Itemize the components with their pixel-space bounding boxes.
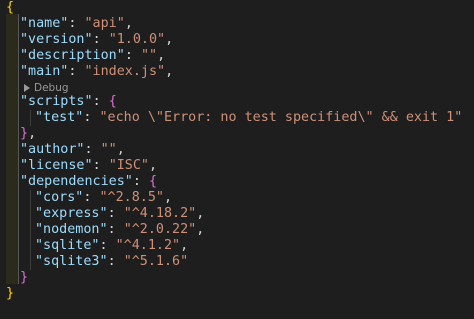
codelens-debug-label: Debug: [34, 82, 69, 94]
code-line[interactable]: "cors": "^2.8.5",: [35, 190, 172, 206]
json-string: "^4.18.2": [123, 206, 197, 221]
json-string: "ISC": [108, 158, 149, 173]
code-line[interactable]: "main": "index.js",: [20, 64, 173, 80]
json-string: "^2.0.22": [123, 222, 197, 237]
punctuation: ,: [180, 238, 189, 253]
indent-guide-dependencies: [30, 190, 31, 270]
punctuation: ,: [164, 190, 173, 205]
punctuation: :: [68, 16, 85, 31]
json-key: "express": [35, 206, 108, 221]
punctuation: :: [84, 142, 101, 157]
json-string: "echo \"Error: no test specified\" && ex…: [99, 110, 463, 125]
json-key: "description": [20, 48, 125, 63]
json-key: "license": [20, 158, 93, 173]
code-line[interactable]: {: [6, 0, 14, 16]
punctuation: ,: [165, 32, 174, 47]
punctuation: ,: [196, 206, 205, 221]
code-line[interactable]: },: [20, 126, 36, 142]
punctuation: ,: [149, 158, 158, 173]
punctuation: :: [83, 190, 100, 205]
json-key: "version": [20, 32, 93, 47]
bracket: {: [108, 94, 117, 109]
bracket: {: [149, 174, 158, 189]
punctuation: :: [107, 254, 124, 269]
punctuation: :: [68, 64, 85, 79]
indent-guide-scripts: [30, 110, 31, 126]
json-string: "^4.1.2": [115, 238, 181, 253]
json-key: "sqlite3": [35, 254, 108, 269]
code-line[interactable]: "name": "api",: [20, 16, 133, 32]
bracket: }: [20, 126, 29, 141]
json-key: "main": [20, 64, 69, 79]
code-line[interactable]: }: [6, 286, 14, 302]
punctuation: :: [83, 110, 100, 125]
codelens-debug[interactable]: Debug: [24, 82, 69, 94]
json-key: "name": [20, 16, 69, 31]
json-key: "cors": [35, 190, 84, 205]
code-line[interactable]: "dependencies": {: [20, 174, 157, 190]
punctuation: :: [107, 206, 124, 221]
punctuation: ,: [165, 64, 174, 79]
json-key: "author": [20, 142, 85, 157]
code-line[interactable]: }: [20, 270, 28, 286]
json-key: "sqlite": [35, 238, 100, 253]
punctuation: :: [99, 238, 116, 253]
json-string: "index.js": [84, 64, 166, 79]
punctuation: ,: [196, 222, 205, 237]
json-key: "dependencies": [20, 174, 133, 189]
json-key: "test": [35, 110, 84, 125]
punctuation: ,: [28, 126, 37, 141]
code-line[interactable]: "nodemon": "^2.0.22",: [35, 222, 204, 238]
code-editor[interactable]: {"name": "api", "version": "1.0.0", "descr…: [0, 0, 474, 319]
bracket: {: [6, 0, 15, 15]
punctuation: :: [107, 222, 124, 237]
json-string: "api": [84, 16, 125, 31]
json-string: "": [140, 48, 158, 63]
punctuation: :: [92, 94, 109, 109]
punctuation: :: [124, 48, 141, 63]
punctuation: ,: [116, 142, 125, 157]
punctuation: :: [132, 174, 149, 189]
bracket: }: [6, 286, 15, 301]
code-line[interactable]: "license": "ISC",: [20, 158, 157, 174]
bracket: }: [20, 270, 29, 285]
json-string: "^5.1.6": [123, 254, 189, 269]
code-line[interactable]: "express": "^4.18.2",: [35, 206, 204, 222]
code-line[interactable]: "version": "1.0.0",: [20, 32, 173, 48]
json-string: "^2.8.5": [99, 190, 165, 205]
code-line[interactable]: "description": "",: [20, 48, 165, 64]
code-line[interactable]: "author": "",: [20, 142, 125, 158]
code-line[interactable]: "scripts": {: [20, 94, 117, 110]
code-line[interactable]: "sqlite": "^4.1.2",: [35, 238, 188, 254]
json-string: "": [100, 142, 117, 157]
json-key: "nodemon": [35, 222, 108, 237]
punctuation: :: [92, 158, 109, 173]
json-key: "scripts": [20, 94, 93, 109]
json-string: "1.0.0": [108, 32, 166, 47]
indent-guide-level-1: [18, 14, 19, 284]
play-icon: [24, 84, 30, 92]
indent-highlight: [6, 14, 18, 284]
punctuation: ,: [157, 48, 166, 63]
punctuation: ,: [124, 16, 133, 31]
code-line[interactable]: "sqlite3": "^5.1.6": [35, 254, 188, 270]
code-line[interactable]: "test": "echo \"Error: no test specified…: [35, 110, 462, 126]
punctuation: :: [92, 32, 109, 47]
